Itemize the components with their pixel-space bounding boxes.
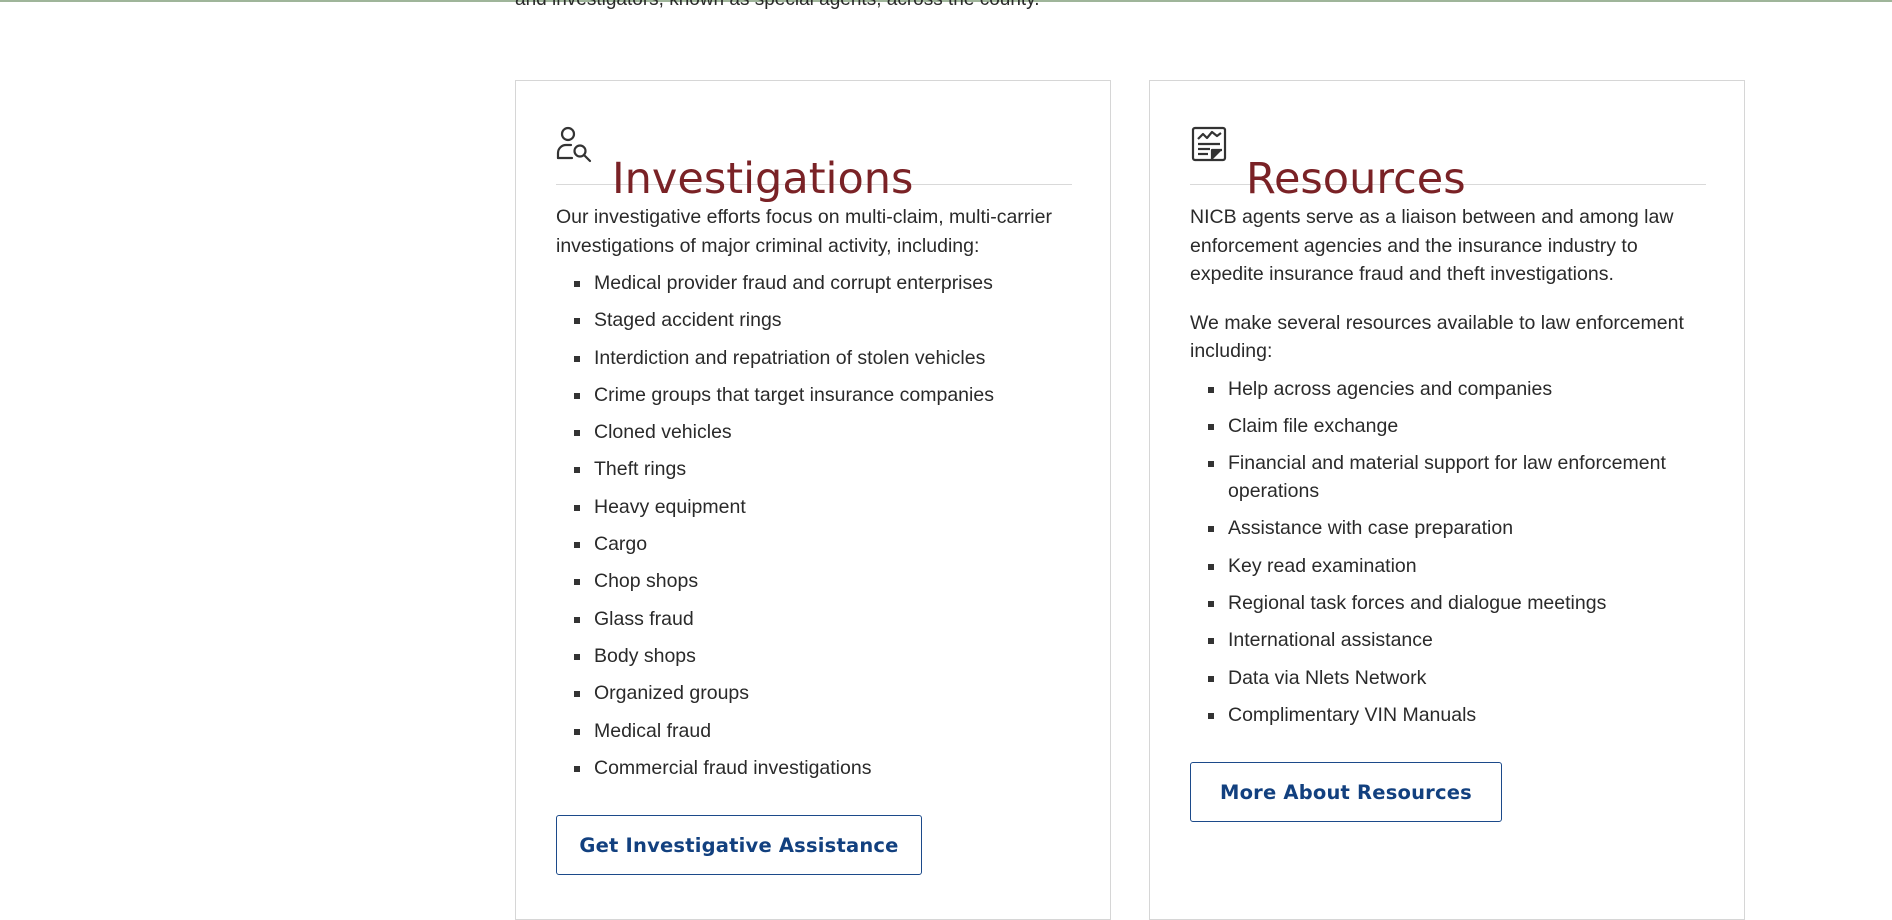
resources-description-secondary: We make several resources available to l… bbox=[1190, 311, 1684, 363]
list-item: Key read examination bbox=[1208, 552, 1710, 580]
list-item: Data via Nlets Network bbox=[1208, 664, 1710, 692]
list-item: Help across agencies and companies bbox=[1208, 375, 1710, 403]
list-item: Medical fraud bbox=[574, 717, 1076, 745]
investigations-body: Our investigative efforts focus on multi… bbox=[556, 203, 1076, 791]
list-item: Commercial fraud investigations bbox=[574, 754, 1076, 782]
resources-list: Help across agencies and companies Claim… bbox=[1190, 375, 1710, 729]
document-chart-icon bbox=[1190, 125, 1228, 163]
list-item: Regional task forces and dialogue meetin… bbox=[1208, 589, 1710, 617]
list-item: Organized groups bbox=[574, 679, 1076, 707]
investigations-card: Investigations Our investigative efforts… bbox=[515, 80, 1111, 920]
resources-card: Resources NICB agents serve as a liaison… bbox=[1149, 80, 1745, 920]
list-item: International assistance bbox=[1208, 626, 1710, 654]
resources-header: Resources bbox=[1190, 119, 1706, 204]
intro-text: and investigators, known as special agen… bbox=[515, 0, 1040, 12]
investigations-list: Medical provider fraud and corrupt enter… bbox=[556, 269, 1076, 782]
get-investigative-assistance-button[interactable]: Get Investigative Assistance bbox=[556, 815, 922, 875]
list-item: Medical provider fraud and corrupt enter… bbox=[574, 269, 1076, 297]
list-item: Staged accident rings bbox=[574, 306, 1076, 334]
list-item: Claim file exchange bbox=[1208, 412, 1710, 440]
investigations-description: Our investigative efforts focus on multi… bbox=[556, 206, 1052, 257]
list-item: Chop shops bbox=[574, 567, 1076, 595]
list-item: Financial and material support for law e… bbox=[1208, 449, 1710, 505]
list-item: Glass fraud bbox=[574, 605, 1076, 633]
more-about-resources-button[interactable]: More About Resources bbox=[1190, 762, 1502, 822]
resources-body: NICB agents serve as a liaison between a… bbox=[1190, 203, 1710, 738]
list-item: Heavy equipment bbox=[574, 493, 1076, 521]
list-item: Assistance with case preparation bbox=[1208, 514, 1710, 542]
list-item: Theft rings bbox=[574, 455, 1076, 483]
resources-title: Resources bbox=[1246, 153, 1466, 204]
investigations-header: Investigations bbox=[556, 119, 1072, 204]
list-item: Cloned vehicles bbox=[574, 418, 1076, 446]
list-item: Complimentary VIN Manuals bbox=[1208, 701, 1710, 729]
list-item: Interdiction and repatriation of stolen … bbox=[574, 344, 1076, 372]
resources-description: NICB agents serve as a liaison between a… bbox=[1190, 206, 1674, 285]
list-item: Cargo bbox=[574, 530, 1076, 558]
person-search-icon bbox=[556, 125, 594, 163]
list-item: Crime groups that target insurance compa… bbox=[574, 381, 1076, 409]
investigations-title: Investigations bbox=[612, 153, 914, 204]
list-item: Body shops bbox=[574, 642, 1076, 670]
